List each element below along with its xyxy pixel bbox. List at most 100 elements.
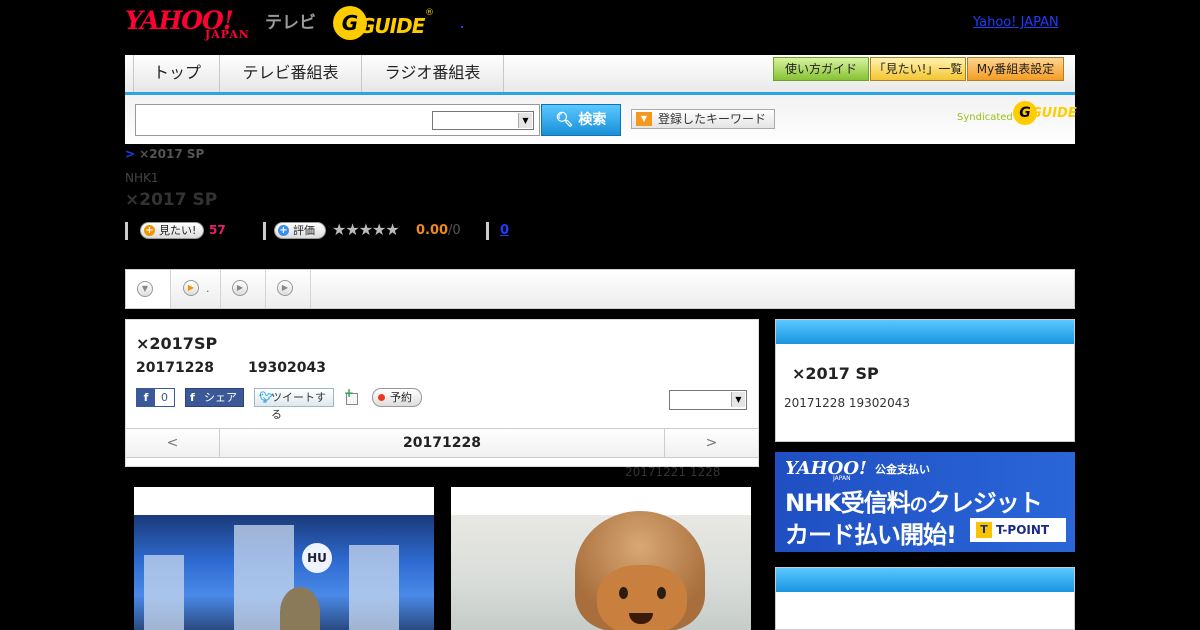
building-sign: HU [302, 543, 332, 573]
registered-keywords-label: 登録したキーワード [658, 112, 767, 126]
plus-icon: + [278, 225, 289, 236]
yahoo-japan-link[interactable]: Yahoo! JAPAN [973, 15, 1059, 30]
mascot-eye [657, 587, 666, 599]
tweet-button[interactable]: 🐦︎ ツイートする [254, 388, 334, 421]
tab-top[interactable]: トップ [135, 55, 220, 92]
ad-headline-1: NHK受信料のクレジット [785, 483, 1043, 518]
ad-headline-2: カード払い開始! [785, 521, 957, 549]
side-program-box: ×2017 SP 20171228 19302043 [775, 319, 1075, 442]
syndicated-label: Syndicated [957, 112, 1013, 123]
detail-title: ×2017SP [136, 334, 218, 353]
gguide-text: GUIDE [359, 14, 425, 38]
mascot-silhouette [280, 587, 320, 630]
rating-score: 0.00 [416, 223, 449, 238]
section-tab-2-label: . [206, 282, 210, 295]
add-calendar-icon[interactable]: + [344, 386, 360, 406]
mitai-button[interactable]: + 見たい! [140, 222, 204, 239]
detail-date: 20171228 [136, 360, 214, 376]
plus-icon: + [144, 225, 155, 236]
section-tabs: ▼ ▶ . ▶ ▶ [125, 269, 1075, 309]
search-bar: ▼ 🔍︎ 検索 ▼ 登録したキーワード Syndicated G GUIDE [125, 95, 1077, 144]
gguide-logo[interactable]: G GUIDE ® [333, 6, 434, 40]
gguide-reg: ® [425, 8, 434, 18]
main-nav: トップ テレビ番組表 ラジオ番組表 使い方ガイド 「見たい!」一覧 My番組表設… [125, 55, 1075, 95]
side-program-datetime: 20171228 19302043 [784, 396, 910, 410]
chevron-down-icon: ▼ [518, 113, 532, 128]
tab-radio-schedule[interactable]: ラジオ番組表 [362, 55, 504, 92]
rate-label: 評価 [293, 224, 315, 237]
rate-button[interactable]: + 評価 [274, 222, 326, 239]
section-tab-2[interactable]: ▶ . [171, 270, 221, 308]
ad-japan-text: JAPAN [833, 475, 851, 482]
mitai-label: 見たい! [159, 224, 197, 237]
program-image-2[interactable] [451, 487, 751, 630]
program-detail-card: ×2017SP 20171228 19302043 f 0 f シェア 🐦︎ ツ… [125, 319, 759, 467]
ad-yahoo-logo: YAHOO! [785, 458, 867, 479]
mitai-list-button[interactable]: 「見たい!」一覧 [870, 57, 966, 81]
search-button[interactable]: 🔍︎ 検索 [541, 104, 621, 136]
side-program-title[interactable]: ×2017 SP [792, 364, 879, 383]
ad-headline-1a: NHK受信料 [785, 489, 911, 517]
triangle-down-icon: ▼ [636, 112, 652, 126]
play-icon: ▶ [183, 280, 199, 296]
header: YAHOO! JAPAN テレビ G GUIDE ® Yahoo! JAPAN [125, 0, 1075, 52]
tpoint-icon: T [976, 522, 992, 538]
reserve-button[interactable]: 予約 [372, 388, 422, 407]
search-category-select[interactable]: ▼ [432, 111, 534, 130]
breadcrumb-current: ×2017 SP [139, 147, 205, 161]
guide-button[interactable]: 使い方ガイド [773, 57, 869, 81]
twitter-bird-icon: 🐦︎ [259, 391, 273, 404]
header-dot [461, 26, 463, 28]
date-navigation: < 20171228 > [126, 428, 758, 458]
section-tab-4[interactable]: ▶ [266, 270, 311, 308]
plus-icon: + [344, 386, 355, 400]
mascot-closeup-image [451, 511, 751, 630]
tab-tv-schedule[interactable]: テレビ番組表 [220, 55, 362, 92]
nav-tab-edge [125, 55, 134, 92]
section-tab-3[interactable]: ▶ [221, 270, 266, 308]
reserve-label: 予約 [390, 391, 412, 404]
rating-count: /0 [448, 223, 461, 238]
play-icon: ▶ [232, 280, 248, 296]
page-title: ×2017 SP [125, 190, 218, 210]
nhk-credit-ad-banner[interactable]: YAHOO! JAPAN 公金支払い NHK受信料のクレジット カード払い開始!… [775, 452, 1075, 552]
previous-date-button[interactable]: < [126, 429, 220, 457]
next-date-button[interactable]: > [664, 429, 758, 457]
comment-count-link[interactable]: 0 [500, 223, 509, 238]
mitai-count: 57 [209, 223, 226, 237]
side-box-2-header [776, 568, 1074, 592]
ad-headline-1c: クレジット [926, 489, 1043, 517]
channel-name: NHK1 [125, 171, 159, 185]
side-box-2 [775, 567, 1075, 630]
facebook-like-count: 0 [161, 391, 168, 404]
tweet-label: ツイートする [271, 391, 326, 421]
divider [486, 222, 489, 240]
my-schedule-settings-button[interactable]: My番組表設定 [967, 57, 1064, 81]
date-period: 20171221 1228 [625, 465, 721, 479]
search-button-label: 検索 [578, 112, 607, 128]
facebook-icon: f [137, 389, 155, 406]
page: YAHOO! JAPAN テレビ G GUIDE ® Yahoo! JAPAN … [0, 0, 1200, 630]
breadcrumb: > ×2017 SP [125, 147, 204, 161]
side-box-header [776, 320, 1074, 344]
registered-keywords-button[interactable]: ▼ 登録したキーワード [631, 109, 775, 129]
detail-select[interactable]: ▼ [669, 390, 747, 410]
program-image-1[interactable]: HU [134, 487, 434, 630]
facebook-like-button[interactable]: f 0 [136, 388, 175, 407]
breadcrumb-separator[interactable]: > [125, 147, 135, 161]
tpoint-label: T-POINT [996, 523, 1050, 537]
tpoint-badge: T T-POINT [970, 518, 1066, 542]
detail-time: 19302043 [248, 360, 326, 376]
mascot-eye [619, 587, 628, 599]
facebook-share-button[interactable]: f シェア [185, 388, 244, 407]
ad-kokin-label: 公金支払い [875, 463, 930, 476]
facebook-icon: f [190, 391, 195, 404]
rating-stars: ★★★★★ [332, 220, 400, 239]
current-date: 20171228 [403, 435, 481, 451]
chevron-down-icon: ▼ [731, 392, 745, 407]
facebook-share-label: シェア [204, 391, 237, 404]
section-tab-1[interactable]: ▼ [126, 270, 171, 308]
syndicated-guide-text: GUIDE [1031, 106, 1077, 121]
tv-label: テレビ [265, 13, 316, 33]
yahoo-logo[interactable]: YAHOO! JAPAN [125, 6, 263, 42]
